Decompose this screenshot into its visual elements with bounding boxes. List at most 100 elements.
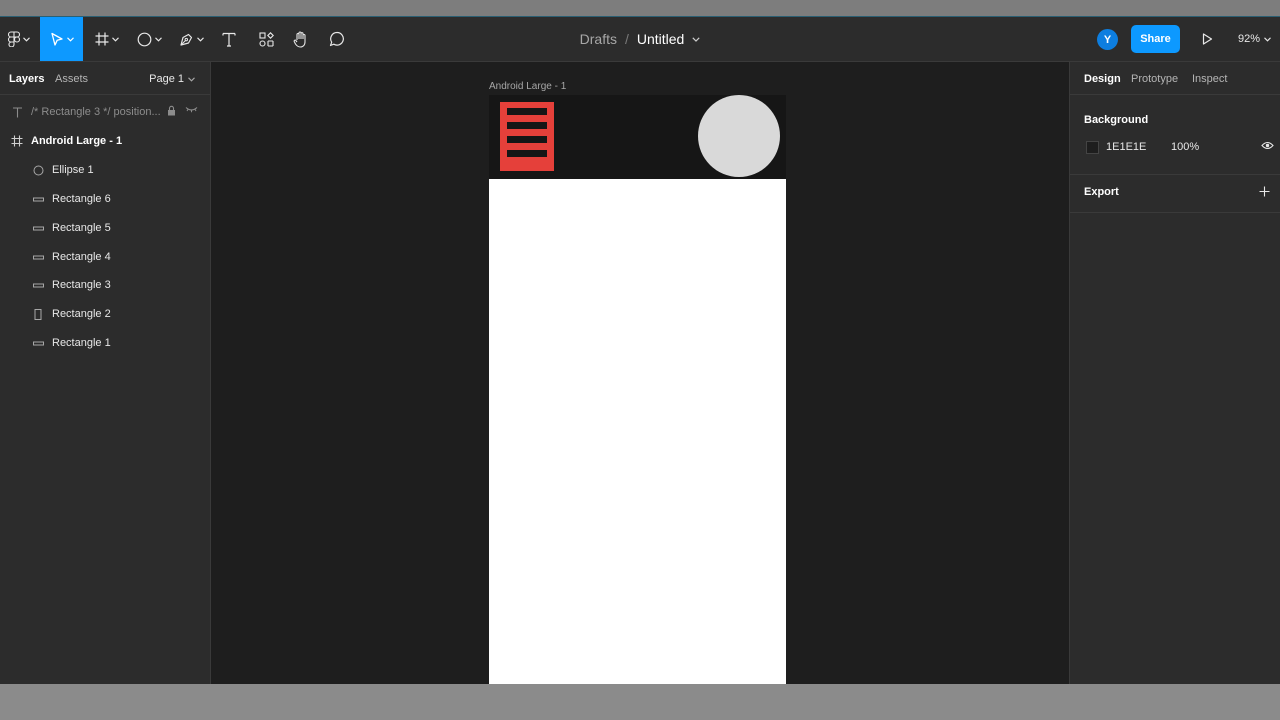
background-fill-row: 1E1E1E 100%: [1084, 140, 1274, 156]
plus-icon[interactable]: [1259, 184, 1270, 202]
layer-label: Rectangle 1: [52, 337, 111, 349]
layer-row-rectangle[interactable]: Rectangle 6: [0, 185, 210, 213]
export-section-title: Export: [1084, 186, 1119, 198]
lock-icon[interactable]: [167, 105, 176, 116]
circle-icon: [137, 32, 151, 46]
rectangle-line-icon: [31, 221, 45, 235]
artboard-android-large[interactable]: [489, 95, 786, 685]
tab-design[interactable]: Design: [1084, 73, 1121, 85]
background-hex-input[interactable]: 1E1E1E: [1106, 141, 1146, 153]
layer-label: Rectangle 4: [52, 251, 111, 263]
frame-tool-button[interactable]: [90, 17, 124, 61]
tab-assets[interactable]: Assets: [55, 73, 88, 85]
tab-layers[interactable]: Layers: [9, 73, 44, 85]
pen-icon: [179, 33, 192, 46]
layer-label: Rectangle 5: [52, 222, 111, 234]
tab-inspect[interactable]: Inspect: [1192, 73, 1227, 85]
rectangle-line-icon: [31, 192, 45, 206]
file-menu-chevron-icon[interactable]: [692, 36, 700, 42]
chevron-down-icon: [66, 36, 74, 42]
figma-logo-icon: [8, 31, 20, 47]
hash-frame-icon: [95, 32, 109, 46]
right-panel-tabs: Design Prototype Inspect: [1070, 62, 1280, 95]
hash-frame-icon: [10, 134, 24, 148]
layer-row-frame[interactable]: Android Large - 1: [0, 127, 210, 155]
chevron-down-icon: [1264, 36, 1271, 42]
background-section-title: Background: [1084, 114, 1149, 126]
section-divider: [1070, 174, 1280, 175]
design-canvas[interactable]: Android Large - 1: [211, 62, 1069, 685]
toolbar: Drafts / Untitled Y Share 92%: [0, 17, 1280, 62]
layer-label: Rectangle 3: [52, 279, 111, 291]
chevron-down-icon: [196, 36, 204, 42]
eye-icon[interactable]: [1261, 141, 1274, 153]
background-opacity-input[interactable]: 100%: [1171, 141, 1199, 153]
menu-bar-shape: [507, 136, 547, 143]
main-menu-button[interactable]: [0, 17, 38, 61]
move-tool-button[interactable]: [40, 17, 83, 61]
layer-row-rectangle[interactable]: Rectangle 3: [0, 271, 210, 299]
chevron-down-icon: [188, 76, 195, 82]
figma-app-window: Drafts / Untitled Y Share 92% Layers Ass…: [0, 16, 1280, 685]
text-t-icon: [222, 32, 236, 47]
rectangle-line-icon: [31, 336, 45, 350]
layer-row-rectangle[interactable]: Rectangle 5: [0, 214, 210, 242]
ellipse-shape[interactable]: [698, 95, 780, 177]
text-tool-button[interactable]: [217, 17, 241, 61]
layer-label: Rectangle 6: [52, 193, 111, 205]
chevron-down-icon: [23, 36, 30, 42]
share-button[interactable]: Share: [1131, 25, 1180, 53]
zoom-level: 92%: [1238, 33, 1261, 45]
menu-bar-shape: [507, 150, 547, 157]
section-divider: [1070, 212, 1280, 213]
ellipse-icon: [31, 163, 45, 177]
hand-icon: [293, 30, 306, 48]
hand-tool-button[interactable]: [289, 17, 313, 61]
chevron-down-icon: [112, 36, 119, 42]
layer-row-ellipse[interactable]: Ellipse 1: [0, 156, 210, 184]
rectangle-line-icon: [31, 250, 45, 264]
layer-label: Rectangle 2: [52, 308, 111, 320]
layer-row-rectangle[interactable]: Rectangle 4: [0, 243, 210, 271]
left-panel-tabs: Layers Assets Page 1: [0, 62, 210, 95]
page-selector[interactable]: Page 1: [149, 73, 195, 85]
layer-label: Ellipse 1: [52, 164, 94, 176]
desktop-bottom-strip: [0, 684, 1280, 720]
layer-label: Android Large - 1: [31, 135, 123, 147]
present-button[interactable]: [1196, 28, 1218, 50]
rectangle-tall-icon: [31, 307, 45, 321]
hamburger-menu-shape[interactable]: [500, 102, 554, 171]
avatar[interactable]: Y: [1097, 29, 1118, 50]
file-name[interactable]: Untitled: [637, 31, 684, 47]
cursor-arrow-icon: [50, 32, 63, 46]
menu-bar-shape: [507, 108, 547, 115]
layer-row-text[interactable]: /* Rectangle 3 */ position...: [0, 98, 210, 126]
menu-bar-shape: [507, 122, 547, 129]
breadcrumb-separator: /: [624, 31, 629, 47]
rectangle-line-icon: [31, 278, 45, 292]
color-swatch[interactable]: [1086, 141, 1099, 154]
components-icon: [258, 31, 274, 47]
zoom-menu[interactable]: 92%: [1238, 17, 1271, 61]
eye-hidden-icon[interactable]: [185, 105, 198, 114]
text-t-icon: [10, 105, 24, 119]
chevron-down-icon: [154, 36, 162, 42]
layer-row-rectangle[interactable]: Rectangle 1: [0, 329, 210, 357]
frame-label[interactable]: Android Large - 1: [489, 81, 566, 92]
properties-panel: Design Prototype Inspect Background 1E1E…: [1069, 62, 1280, 685]
desktop-top-strip: [0, 0, 1280, 16]
layer-label: /* Rectangle 3 */ position...: [31, 106, 161, 118]
comment-tool-button[interactable]: [325, 17, 349, 61]
breadcrumb-drafts-link[interactable]: Drafts: [580, 31, 617, 47]
pen-tool-button[interactable]: [174, 17, 208, 61]
comment-icon: [329, 31, 344, 47]
page-selector-label: Page 1: [149, 73, 184, 85]
app-header-bar[interactable]: [489, 95, 786, 179]
layers-panel: Layers Assets Page 1 /* Rectangle 3 */ p…: [0, 62, 211, 685]
layer-row-rectangle[interactable]: Rectangle 2: [0, 300, 210, 328]
play-icon: [1202, 33, 1212, 45]
resources-tool-button[interactable]: [254, 17, 278, 61]
shape-tool-button[interactable]: [132, 17, 166, 61]
layer-row-actions: [167, 105, 198, 116]
tab-prototype[interactable]: Prototype: [1131, 73, 1178, 85]
